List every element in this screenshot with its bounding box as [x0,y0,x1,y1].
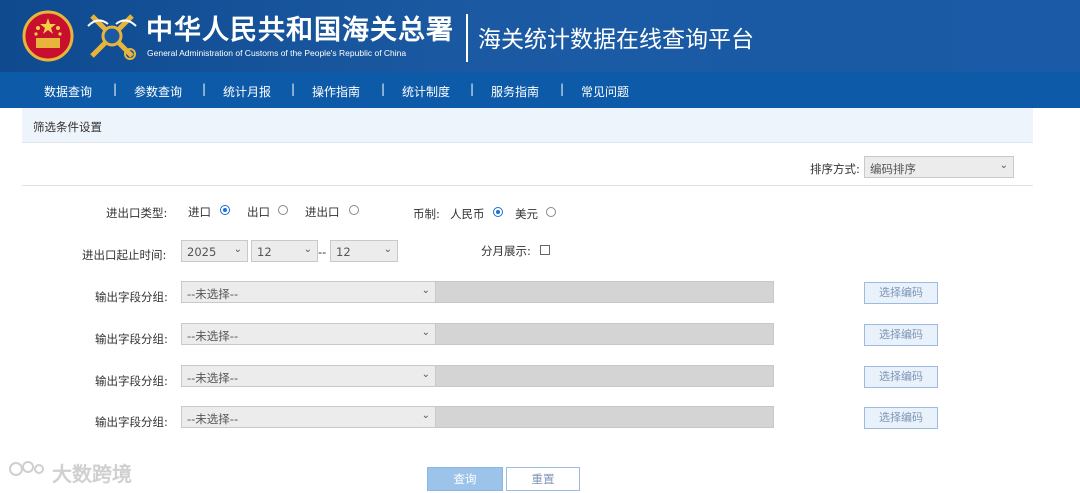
output-group-select[interactable]: --未选择-- ⌄ [181,365,436,387]
output-group-select[interactable]: --未选择-- ⌄ [181,281,436,303]
nav-item-statistics-system[interactable]: 统计制度 [402,83,450,100]
select-code-button[interactable]: 选择编码 [864,324,938,346]
start-month-select[interactable]: 12 ⌄ [251,240,318,262]
nav-item-param-query[interactable]: 参数查询 [134,83,182,100]
nav-separator: | [113,82,118,96]
chevron-down-icon: ⌄ [421,327,430,338]
trade-type-both-radio[interactable] [349,205,359,215]
currency-label: 币制: [413,207,440,221]
national-emblem-icon [22,10,74,62]
customs-logo-icon [87,14,137,60]
nav-item-monthly-report[interactable]: 统计月报 [223,83,271,100]
reset-button[interactable]: 重置 [506,467,580,491]
output-group-label: 输出字段分组: [95,290,168,304]
filter-panel-header: 筛选条件设置 [22,108,1033,143]
currency-option-usd-label: 美元 [515,207,538,221]
year-select[interactable]: 2025 ⌄ [181,240,248,262]
nav-separator: | [470,82,475,96]
select-code-button[interactable]: 选择编码 [864,282,938,304]
currency-usd-radio[interactable] [546,207,556,217]
watermark-text: 大数跨境 [52,462,132,486]
output-group-codes-display [435,281,774,303]
nav-item-data-query[interactable]: 数据查询 [44,83,92,100]
output-group-select-value: --未选择-- [187,329,239,343]
query-button[interactable]: 查询 [427,467,503,491]
trade-type-export-radio[interactable] [278,205,288,215]
currency-option-rmb-label: 人民币 [450,207,485,221]
monthly-display-label: 分月展示: [481,244,531,258]
chevron-down-icon: ⌄ [999,160,1008,171]
trade-type-option-import-label: 进口 [188,205,211,219]
chevron-down-icon: ⌄ [421,285,430,296]
period-separator: -- [318,245,327,259]
nav-separator: | [381,82,386,96]
select-code-button[interactable]: 选择编码 [864,366,938,388]
nav-item-operation-guide[interactable]: 操作指南 [312,83,360,100]
nav-item-faq[interactable]: 常见问题 [581,83,629,100]
main-nav: 数据查询 | 参数查询 | 统计月报 | 操作指南 | 统计制度 | 服务指南 … [0,72,1080,108]
output-group-label: 输出字段分组: [95,374,168,388]
output-group-label: 输出字段分组: [95,332,168,346]
chevron-down-icon: ⌄ [233,244,242,255]
trade-type-option-both-label: 进出口 [305,205,340,219]
output-group-codes-display [435,365,774,387]
output-group-select[interactable]: --未选择-- ⌄ [181,406,436,428]
watermark-logo-icon [9,461,44,476]
nav-separator: | [202,82,207,96]
trade-type-import-radio[interactable] [220,205,230,215]
output-group-select-value: --未选择-- [187,287,239,301]
start-month-select-value: 12 [257,245,272,259]
output-group-select-value: --未选择-- [187,371,239,385]
filter-panel-title: 筛选条件设置 [33,120,102,134]
divider [22,185,1033,186]
chevron-down-icon: ⌄ [421,410,430,421]
end-month-select[interactable]: 12 ⌄ [330,240,398,262]
output-group-select-value: --未选择-- [187,412,239,426]
sort-select-value: 编码排序 [870,162,916,176]
nav-item-service-guide[interactable]: 服务指南 [491,83,539,100]
select-code-button[interactable]: 选择编码 [864,407,938,429]
output-group-codes-display [435,323,774,345]
period-label: 进出口起止时间: [82,248,167,262]
header-divider [466,14,468,62]
platform-title: 海关统计数据在线查询平台 [478,27,754,53]
nav-separator: | [291,82,296,96]
brand-chinese-name: 中华人民共和国海关总署 [146,15,454,46]
trade-type-option-export-label: 出口 [247,205,270,219]
sort-select[interactable]: 编码排序 ⌄ [864,156,1014,178]
site-header: 中华人民共和国海关总署 General Administration of Cu… [0,0,1080,72]
brand-english-name: General Administration of Customs of the… [147,48,407,58]
output-group-codes-display [435,406,774,428]
chevron-down-icon: ⌄ [421,369,430,380]
output-group-select[interactable]: --未选择-- ⌄ [181,323,436,345]
end-month-select-value: 12 [336,245,351,259]
sort-label: 排序方式: [810,162,860,176]
trade-type-label: 进出口类型: [106,206,168,220]
chevron-down-icon: ⌄ [383,244,392,255]
output-group-label: 输出字段分组: [95,415,168,429]
monthly-display-checkbox[interactable] [540,245,550,255]
nav-separator: | [560,82,565,96]
currency-rmb-radio[interactable] [493,207,503,217]
chevron-down-icon: ⌄ [303,244,312,255]
year-select-value: 2025 [187,245,217,259]
